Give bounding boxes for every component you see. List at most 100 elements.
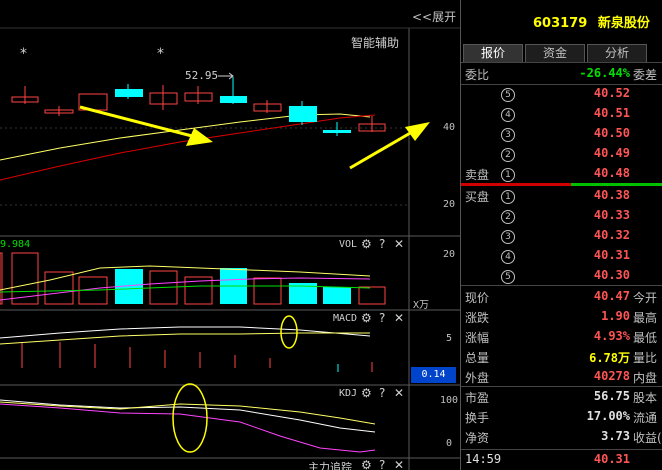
stat-label: 总量 xyxy=(465,351,490,365)
candle xyxy=(220,96,247,103)
price-marker-label: 52.95 xyxy=(185,69,219,82)
divider xyxy=(461,62,662,63)
tab-funds[interactable]: 资金 xyxy=(525,44,585,62)
kdj-j-line xyxy=(0,403,376,453)
stock-title: 603179 新泉股份 xyxy=(533,12,650,31)
vol-axis-label: 20 xyxy=(443,249,456,260)
stat-right-label: 量比 xyxy=(633,351,658,365)
kline-chart[interactable]: * * xyxy=(0,0,460,470)
tick-time: 14:59 xyxy=(465,452,502,466)
ma-line-red xyxy=(0,114,376,181)
gear-icon[interactable]: ⚙ xyxy=(361,312,372,324)
vol-panel-title: VOL xyxy=(339,239,358,250)
bid-row[interactable]: 买盘 1 40.38 xyxy=(461,186,662,206)
close-icon[interactable]: ✕ xyxy=(394,387,404,399)
annotation-arrow xyxy=(79,105,213,146)
bid-row[interactable]: 5 40.30 xyxy=(461,266,662,286)
stat-value: 1.90 xyxy=(601,309,630,323)
tick-row: 14:59 40.31 xyxy=(461,450,662,470)
stat-value: 6.78万 xyxy=(589,351,630,365)
stat-label: 净资 xyxy=(465,431,490,445)
gear-icon[interactable]: ⚙ xyxy=(361,387,372,399)
price-axis-label: 40 xyxy=(443,122,456,133)
smart-assist-label[interactable]: 智能辅助 xyxy=(351,34,399,51)
stat-value: 4.93% xyxy=(593,329,630,343)
level-badge: 3 xyxy=(501,230,515,244)
stat-value: 40.47 xyxy=(593,289,630,303)
stat-row: 涨幅 4.93% 最低 xyxy=(461,327,662,347)
level-badge: 1 xyxy=(501,190,515,204)
quote-tabs: 报价 资金 分析 xyxy=(463,44,662,62)
stat-right-label: 最低 xyxy=(633,331,658,345)
ask-price: 40.51 xyxy=(593,106,630,120)
chart-area[interactable]: * * <<展开 智能辅助 52.95 40 20 9.984 VOL ⚙ ? … xyxy=(0,0,460,470)
kdj-d-line xyxy=(0,401,376,425)
level-badge: 4 xyxy=(501,108,515,122)
macd-dea-line xyxy=(0,332,370,345)
bid-row[interactable]: 2 40.33 xyxy=(461,206,662,226)
highlight-ellipse xyxy=(172,383,208,453)
ask-row[interactable]: 4 40.51 xyxy=(461,104,662,124)
macd-axis-label: 5 xyxy=(446,333,453,344)
macd-value-badge: 0.14 xyxy=(411,367,456,383)
gear-icon[interactable]: ⚙ xyxy=(361,459,372,470)
level-badge: 5 xyxy=(501,88,515,102)
macd-dif-line xyxy=(0,326,371,339)
stock-header: 603179 新泉股份 xyxy=(461,0,662,40)
bid-row[interactable]: 4 40.31 xyxy=(461,246,662,266)
tab-quote[interactable]: 报价 xyxy=(463,44,523,62)
help-icon[interactable]: ? xyxy=(379,459,385,470)
stat-right-label: 收益(四) xyxy=(633,431,662,445)
level-badge: 2 xyxy=(501,148,515,162)
ask-row[interactable]: 3 40.50 xyxy=(461,124,662,144)
stat-label: 涨幅 xyxy=(465,331,490,345)
bottom-panel-title: 主力追踪 xyxy=(308,461,352,470)
ask-price: 40.50 xyxy=(593,126,630,140)
help-icon[interactable]: ? xyxy=(379,312,385,324)
help-icon[interactable]: ? xyxy=(379,238,385,250)
stat-value: 56.75 xyxy=(593,389,630,403)
commission-diff-label: 委差 xyxy=(633,68,658,82)
commission-label: 委比 xyxy=(465,68,490,82)
stat-value: 3.73 xyxy=(601,429,630,443)
stat-right-label: 最高 xyxy=(633,311,658,325)
ask-row[interactable]: 2 40.49 xyxy=(461,144,662,164)
candle xyxy=(115,89,143,97)
stat-right-label: 今开 xyxy=(633,291,658,305)
close-icon[interactable]: ✕ xyxy=(394,312,404,324)
divider xyxy=(461,285,662,286)
close-icon[interactable]: ✕ xyxy=(394,238,404,250)
bid-price: 40.33 xyxy=(593,208,630,222)
annotation-arrow xyxy=(349,122,430,170)
ask-row[interactable]: 5 40.52 xyxy=(461,84,662,104)
stat-value: 17.00% xyxy=(586,409,630,423)
stat-row: 净资 3.73 收益(四) xyxy=(461,427,662,447)
close-icon[interactable]: ✕ xyxy=(394,459,404,470)
stat-label: 涨跌 xyxy=(465,311,490,325)
signal-star: * xyxy=(157,46,164,62)
candle xyxy=(323,130,351,133)
help-icon[interactable]: ? xyxy=(379,387,385,399)
kdj-panel-title: KDJ xyxy=(339,388,358,399)
macd-bars xyxy=(21,342,373,372)
stat-label: 现价 xyxy=(465,291,490,305)
bid-price: 40.32 xyxy=(593,228,630,242)
stat-row: 总量 6.78万 量比 xyxy=(461,347,662,367)
stat-label: 换手 xyxy=(465,411,490,425)
tab-analysis[interactable]: 分析 xyxy=(587,44,647,62)
stat-label: 市盈 xyxy=(465,391,490,405)
bid-row[interactable]: 3 40.32 xyxy=(461,226,662,246)
ask-price: 40.49 xyxy=(593,146,630,160)
ma-value-label: 9.984 xyxy=(0,239,31,250)
stat-row: 涨跌 1.90 最高 xyxy=(461,307,662,327)
expand-button[interactable]: <<展开 xyxy=(412,8,456,25)
candle xyxy=(289,106,317,122)
gear-icon[interactable]: ⚙ xyxy=(361,238,372,250)
stat-row: 市盈 56.75 股本 xyxy=(461,387,662,407)
bid-label: 买盘 xyxy=(465,190,490,204)
ask-row[interactable]: 卖盘 1 40.48 xyxy=(461,164,662,184)
highlight-ellipse xyxy=(280,315,298,349)
bid-price: 40.38 xyxy=(593,188,630,202)
level-badge: 4 xyxy=(501,250,515,264)
quote-panel: 603179 新泉股份 报价 资金 分析 委比 -26.44% 委差 5 40.… xyxy=(460,0,662,470)
